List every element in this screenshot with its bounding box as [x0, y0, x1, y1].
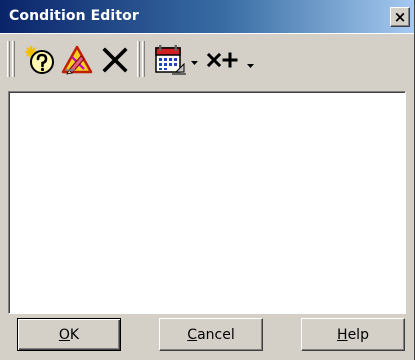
- cancel-button-label: Cancel: [187, 326, 235, 343]
- help-button-label: Help: [337, 326, 369, 343]
- toolbar-grip-2: [12, 41, 15, 77]
- close-icon: ×: [393, 7, 407, 26]
- toolbar-grip[interactable]: [7, 41, 10, 77]
- condition-editor-window: Condition Editor × OK Cancel Help: [0, 0, 415, 360]
- condition-help-button[interactable]: [23, 43, 57, 77]
- clear-condition-icon: [61, 45, 93, 75]
- cancel-button[interactable]: Cancel: [159, 318, 263, 351]
- toolbar-separator-2: [142, 41, 145, 77]
- ok-button[interactable]: OK: [17, 318, 121, 351]
- close-button[interactable]: ×: [390, 7, 410, 27]
- condition-help-icon: [24, 45, 54, 74]
- delete-button[interactable]: [98, 43, 132, 77]
- calendar-icon: [155, 45, 186, 75]
- help-button[interactable]: Help: [301, 318, 405, 351]
- title-bar[interactable]: Condition Editor ×: [0, 0, 414, 34]
- operator-icon: [206, 52, 238, 68]
- ok-button-label: OK: [58, 326, 80, 343]
- window-title: Condition Editor: [9, 8, 139, 24]
- condition-editor-area[interactable]: [8, 91, 406, 314]
- calendar-dropdown-arrow-icon: [191, 61, 198, 65]
- clear-condition-button[interactable]: [60, 43, 94, 77]
- delete-icon: [102, 47, 128, 73]
- toolbar: [3, 37, 412, 81]
- operator-button[interactable]: [204, 43, 244, 77]
- toolbar-separator: [137, 41, 140, 77]
- calendar-button[interactable]: [153, 43, 187, 77]
- operator-dropdown-arrow-icon: [247, 64, 254, 68]
